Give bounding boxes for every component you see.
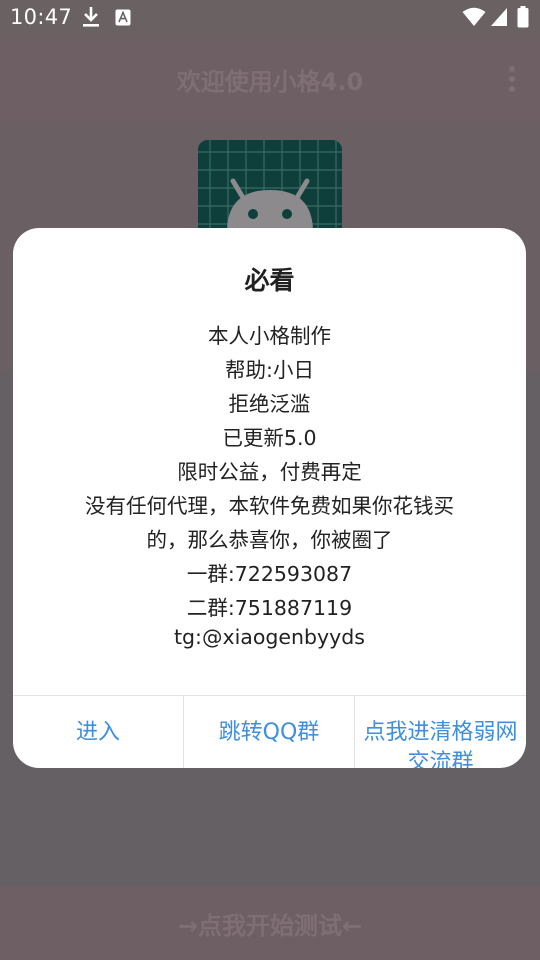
- bottom-button-bar: →点我开始测试←: [0, 886, 540, 960]
- message-line: 本人小格制作: [208, 324, 331, 348]
- battery-icon: [517, 6, 529, 28]
- overflow-menu-icon[interactable]: [508, 66, 516, 94]
- jump-qq-group-button[interactable]: 跳转QQ群: [184, 696, 354, 768]
- enter-button[interactable]: 进入: [13, 696, 183, 768]
- notice-dialog: 必看 本人小格制作 帮助:小日 拒绝泛滥 已更新5.0 限时公益，付费再定 没有…: [13, 228, 526, 768]
- message-line: 没有任何代理，本软件免费如果你花钱买: [85, 494, 454, 518]
- enter-button-label: 进入: [75, 720, 120, 745]
- message-line: tg:@xiaogenbyyds: [174, 625, 365, 649]
- join-group-label: 点我进清格弱网交流群: [363, 720, 518, 768]
- status-bar: 10:47: [0, 0, 540, 36]
- message-line: 已更新5.0: [222, 426, 317, 450]
- message-line: 一群:722593087: [186, 562, 353, 586]
- join-group-button[interactable]: 点我进清格弱网交流群: [355, 696, 526, 768]
- message-line: 限时公益，付费再定: [177, 460, 362, 484]
- dialog-title: 必看: [244, 266, 295, 295]
- status-time: 10:47: [10, 5, 73, 29]
- start-test-button[interactable]: →点我开始测试←: [0, 906, 540, 941]
- dialog-button-row: 进入 跳转QQ群 点我进清格弱网交流群: [13, 696, 526, 768]
- wifi-icon: [462, 7, 486, 27]
- app-toolbar: 欢迎使用小格4.0: [0, 36, 540, 122]
- download-icon: [82, 6, 100, 28]
- message-line: 帮助:小日: [225, 358, 314, 382]
- dialog-message: 本人小格制作 帮助:小日 拒绝泛滥 已更新5.0 限时公益，付费再定 没有任何代…: [43, 319, 496, 649]
- font-notification-icon: [115, 9, 131, 26]
- signal-icon: [490, 7, 508, 27]
- message-line: 二群:751887119: [186, 596, 353, 620]
- message-line: 拒绝泛滥: [228, 392, 311, 416]
- jump-qq-group-label: 跳转QQ群: [218, 720, 320, 745]
- message-line: 的，那么恭喜你，你被圈了: [146, 528, 393, 552]
- app-title: 欢迎使用小格4.0: [176, 68, 364, 96]
